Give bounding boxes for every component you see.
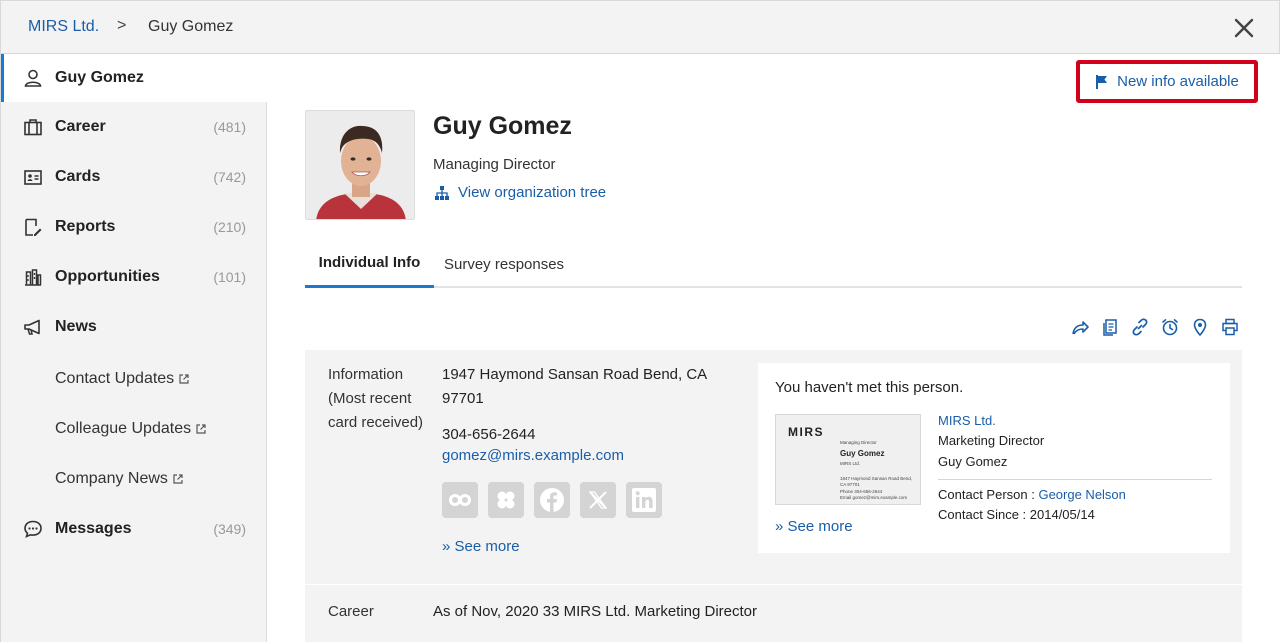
social-button[interactable] <box>534 482 570 518</box>
social-links <box>442 482 662 518</box>
sidebar-item-messages[interactable]: Messages (349) <box>1 505 267 553</box>
briefcase-icon <box>24 119 42 136</box>
breadcrumb-separator: > <box>117 17 127 34</box>
header-bar: MIRS Ltd. > Guy Gomez <box>0 0 1280 54</box>
sidebar-subitem-label: Contact Updates <box>55 370 175 387</box>
sidebar-subitem-colleague-updates[interactable]: Colleague Updates <box>55 420 207 438</box>
tab-individual-info[interactable]: Individual Info <box>305 240 434 288</box>
new-info-label: New info available <box>1117 73 1239 90</box>
sidebar-item-cards[interactable]: Cards (742) <box>1 153 267 201</box>
sidebar-item-count: (210) <box>213 219 246 235</box>
person-title: Managing Director <box>433 156 556 173</box>
close-icon[interactable] <box>1231 15 1257 41</box>
sidebar-item-opportunities[interactable]: Opportunities (101) <box>1 253 267 301</box>
person-name: Guy Gomez <box>433 112 572 140</box>
sidebar-item-label: Career <box>55 118 106 135</box>
external-link-icon <box>196 424 206 434</box>
card-role: Marketing Director <box>938 433 1045 448</box>
card-person-name: Guy Gomez <box>938 454 1008 469</box>
card-image-company: MIRS Ltd. <box>840 461 861 466</box>
facebook-icon <box>540 488 564 512</box>
card-image-name: Guy Gomez <box>840 449 885 458</box>
sidebar: Guy Gomez Career (481) Cards (742) Repor… <box>0 54 267 642</box>
tab-survey-responses[interactable]: Survey responses <box>444 240 564 288</box>
new-info-button[interactable]: New info available <box>1076 60 1258 103</box>
sidebar-item-count: (101) <box>213 269 246 285</box>
linkedin-icon <box>632 488 656 512</box>
view-organization-tree-link[interactable]: View organization tree <box>434 184 606 201</box>
alarm-clock-icon[interactable] <box>1161 318 1179 336</box>
card-image-brand: MIRS <box>788 425 824 439</box>
x-twitter-icon <box>588 491 608 509</box>
external-link-icon <box>173 474 183 484</box>
avatar <box>305 110 415 220</box>
toolbar-icons <box>1071 318 1239 336</box>
link-icon[interactable] <box>1131 318 1149 336</box>
social-button[interactable] <box>626 482 662 518</box>
sidebar-item-career[interactable]: Career (481) <box>1 103 267 151</box>
building-chart-icon <box>25 269 42 286</box>
sidebar-item-news[interactable]: News <box>1 303 267 351</box>
card-image-email: Email gomez@mirs.example.com <box>840 495 908 500</box>
print-icon[interactable] <box>1221 318 1239 336</box>
contact-person-row: Contact Person : George Nelson <box>938 487 1126 502</box>
social-button[interactable] <box>580 482 616 518</box>
career-label: Career <box>328 603 374 620</box>
sidebar-subitem-label: Colleague Updates <box>55 420 192 437</box>
contact-since: Contact Since : 2014/05/14 <box>938 507 1095 522</box>
divider <box>938 479 1212 480</box>
person-icon <box>24 69 42 87</box>
phone-text: 304-656-2644 <box>442 426 536 443</box>
sidebar-item-label: Cards <box>55 168 101 185</box>
chat-bubble-icon <box>24 520 42 538</box>
report-edit-icon <box>25 218 42 236</box>
sidebar-item-label: News <box>55 318 97 335</box>
sidebar-item-count: (349) <box>213 521 246 537</box>
card-company-link[interactable]: MIRS Ltd. <box>938 413 996 428</box>
contact-person-label: Contact Person : <box>938 487 1039 502</box>
card-image-role: Managing Director <box>840 440 877 445</box>
sidebar-subitem-label: Company News <box>55 470 168 487</box>
clover-icon <box>497 491 515 509</box>
card-image-address-2: CA 97701 <box>840 482 860 487</box>
sidebar-subitem-company-news[interactable]: Company News <box>55 470 184 488</box>
social-button[interactable] <box>442 482 478 518</box>
info-see-more-link[interactable]: » See more <box>442 538 520 555</box>
card-image-address-1: 1947 Haymond Sansan Road Bend, <box>840 476 913 481</box>
address-text: 1947 Haymond Sansan Road Bend, CA 97701 <box>442 366 707 407</box>
card-image-phone: Phone 304-656-2644 <box>840 489 883 494</box>
copy-document-icon[interactable] <box>1101 318 1119 336</box>
tab-bar: Individual Info Survey responses <box>305 240 1242 288</box>
business-card-image[interactable]: MIRS Managing Director Guy Gomez MIRS Lt… <box>775 414 921 505</box>
sidebar-item-label: Messages <box>55 520 132 537</box>
information-label: Information (Most recent card received) <box>328 366 424 431</box>
external-link-icon <box>179 374 189 384</box>
contact-person-link[interactable]: George Nelson <box>1038 487 1125 502</box>
id-card-icon <box>24 170 42 185</box>
social-button[interactable] <box>488 482 524 518</box>
sidebar-item-reports[interactable]: Reports (210) <box>1 203 267 251</box>
megaphone-icon <box>24 319 40 335</box>
not-met-text: You haven't met this person. <box>775 379 964 396</box>
sidebar-item-count: (481) <box>213 119 246 135</box>
share-icon[interactable] <box>1071 318 1089 336</box>
divider <box>305 584 1242 585</box>
org-tree-label: View organization tree <box>458 184 607 201</box>
card-see-more-link[interactable]: » See more <box>775 518 853 535</box>
breadcrumb-current: Guy Gomez <box>148 18 234 35</box>
sidebar-item-count: (742) <box>213 169 246 185</box>
sidebar-item-label: Reports <box>55 218 116 235</box>
sidebar-subitem-contact-updates[interactable]: Contact Updates <box>55 370 190 388</box>
email-link[interactable]: gomez@mirs.example.com <box>442 447 624 464</box>
breadcrumb-parent-link[interactable]: MIRS Ltd. <box>28 18 99 36</box>
career-value: As of Nov, 2020 33 MIRS Ltd. Marketing D… <box>433 603 758 620</box>
sidebar-item-label: Guy Gomez <box>55 69 144 86</box>
location-pin-icon[interactable] <box>1191 318 1209 336</box>
org-tree-icon <box>435 185 449 200</box>
sidebar-item-label: Opportunities <box>55 268 160 285</box>
sidebar-item-profile[interactable]: Guy Gomez <box>1 54 267 102</box>
profile-photo <box>306 111 414 219</box>
flag-icon <box>1096 74 1108 89</box>
infinity-chain-icon <box>449 494 471 506</box>
